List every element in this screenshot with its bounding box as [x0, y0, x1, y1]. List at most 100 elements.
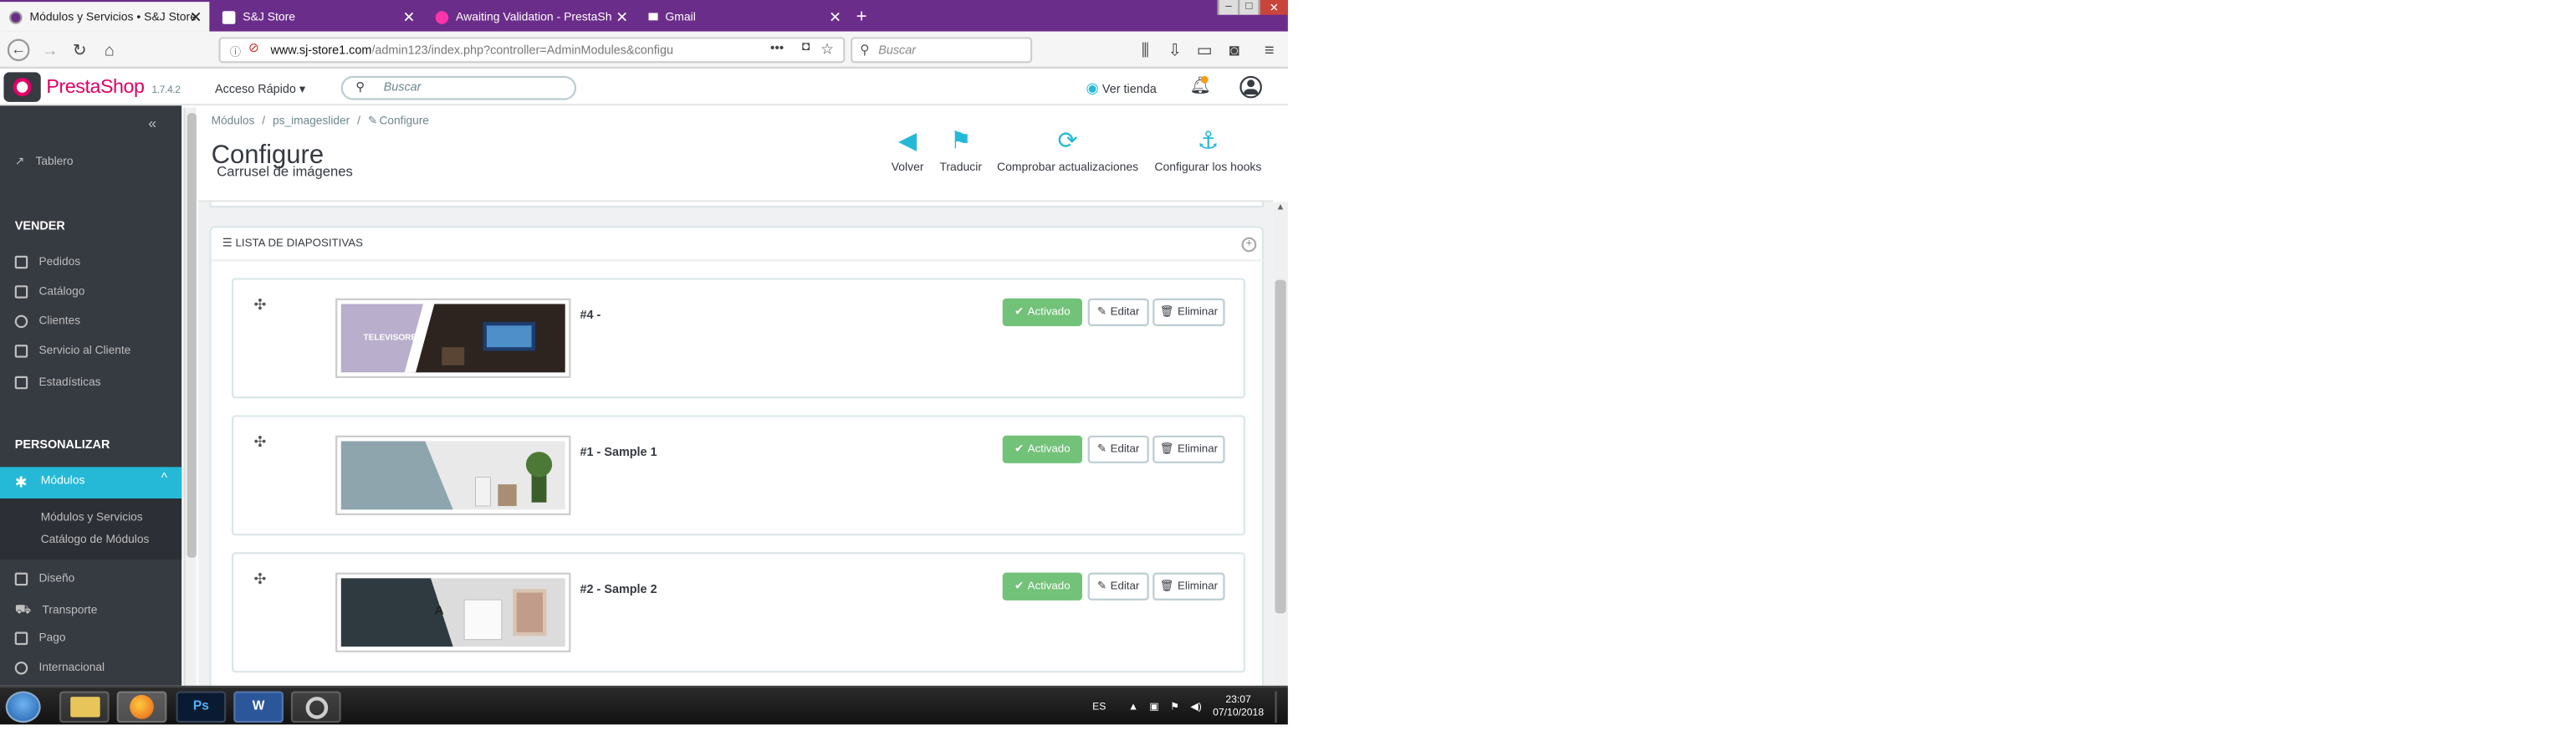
drag-handle-icon[interactable]: ✣: [254, 570, 267, 587]
close-tab-icon[interactable]: ✕: [829, 8, 841, 25]
activated-button[interactable]: ✔ Activado: [1002, 435, 1082, 463]
library-icon[interactable]: ⫼: [1134, 39, 1157, 62]
sidebar-item-shipping[interactable]: ⛟ Transporte: [15, 602, 98, 619]
sidebar-item-label: Módulos: [40, 474, 85, 488]
photoshop-icon[interactable]: Ps: [176, 691, 227, 723]
minimize-icon[interactable]: –: [1217, 0, 1239, 15]
breadcrumb-configure[interactable]: Configure: [379, 115, 428, 128]
sidebar-item-design[interactable]: Diseño: [14, 572, 75, 586]
check-updates-label: Comprobar actualizaciones: [997, 161, 1139, 175]
edit-button[interactable]: ✎ Editar: [1087, 572, 1149, 601]
edit-button[interactable]: ✎ Editar: [1087, 435, 1149, 463]
translate-button[interactable]: ⚑ Traducir: [939, 128, 982, 174]
more-actions-icon[interactable]: •••: [770, 43, 784, 56]
activated-label: Activado: [1027, 580, 1071, 592]
browser-nav-bar: ← → ↻ ⌂ ⓘ ⊘ www.sj-store1.com/admin123/i…: [0, 31, 1288, 69]
home-icon[interactable]: ⌂: [98, 39, 120, 62]
card-icon: [14, 631, 28, 646]
back-icon[interactable]: ←: [7, 38, 30, 62]
collapse-sidebar-icon[interactable]: «: [148, 115, 156, 131]
back-button[interactable]: ◀︎ Volver: [892, 128, 924, 174]
show-desktop-button[interactable]: [1275, 691, 1282, 723]
sidebar-item-dashboard[interactable]: ↗ Tablero: [15, 156, 74, 169]
page-scrollbar[interactable]: ▲: [1273, 202, 1288, 686]
delete-button[interactable]: 🗑︎ Eliminar: [1153, 572, 1225, 601]
edit-button[interactable]: ✎ Editar: [1087, 298, 1149, 326]
scroll-up-icon[interactable]: ▲: [1273, 202, 1288, 217]
tab-awaiting[interactable]: Awaiting Validation - PrestaSh ✕: [427, 2, 636, 31]
sidebar-item-payment[interactable]: Pago: [14, 631, 66, 646]
browser-tab-bar: Módulos y Servicios • S&J Store ✕ S&J St…: [0, 0, 1288, 32]
close-window-icon[interactable]: ✕: [1258, 0, 1288, 15]
sidebar-subitem-modules-services[interactable]: Módulos y Servicios: [41, 512, 143, 525]
sidebar-item-international[interactable]: Internacional: [14, 662, 105, 675]
pocket-icon[interactable]: ◘: [802, 41, 810, 54]
breadcrumb-modules[interactable]: Módulos: [212, 115, 255, 128]
sidebar-item-modules[interactable]: ✱ Módulos ^: [0, 467, 182, 499]
search-placeholder: Buscar: [878, 43, 917, 57]
breadcrumb-module[interactable]: ps_imageslider: [273, 115, 350, 128]
check-updates-button[interactable]: ⟳ Comprobar actualizaciones: [997, 128, 1138, 174]
scrollbar-thumb[interactable]: [1275, 279, 1286, 614]
start-button[interactable]: [5, 691, 41, 723]
firefox-icon[interactable]: [116, 691, 167, 723]
quick-access-dropdown[interactable]: Acceso Rápido ▾: [215, 81, 305, 97]
close-tab-icon[interactable]: ✕: [402, 8, 415, 25]
info-icon[interactable]: ⓘ: [230, 43, 241, 59]
sidebar-item-orders[interactable]: Pedidos: [14, 255, 80, 269]
url-bar[interactable]: ⓘ ⊘ www.sj-store1.com/admin123/index.php…: [218, 37, 846, 64]
edit-label: Editar: [1110, 306, 1140, 318]
delete-button[interactable]: 🗑︎ Eliminar: [1153, 298, 1225, 326]
browser-search-input[interactable]: ⚲ Buscar: [851, 37, 1033, 64]
page-toolbar: Módulos / ps_imageslider / ✎ Configure Config…: [198, 105, 1274, 202]
clock[interactable]: 23:07 07/10/2018: [1213, 694, 1264, 720]
word-icon[interactable]: W: [233, 691, 284, 723]
breadcrumb-separator: /: [262, 115, 266, 128]
sidebar-item-label: Diseño: [38, 572, 75, 586]
network-icon[interactable]: ▣: [1149, 702, 1159, 713]
action-center-flag-icon[interactable]: ⚑: [1170, 702, 1179, 713]
scrollbar-thumb[interactable]: [187, 113, 197, 558]
tab-modulos[interactable]: Módulos y Servicios • S&J Store ✕: [0, 2, 210, 32]
drag-handle-icon[interactable]: ✣: [254, 433, 267, 450]
admin-search-input[interactable]: ⚲ Buscar: [340, 75, 577, 100]
sidebar-toggle-icon[interactable]: ▭: [1193, 39, 1216, 62]
language-indicator[interactable]: ES: [1092, 702, 1106, 713]
sidebar-item-stats[interactable]: Estadísticas: [14, 376, 100, 390]
logo[interactable]: PrestaShop 1.7.4.2: [46, 76, 181, 99]
system-tray: ES ▲ ▣ ⚑ ◀︎) 23:07 07/10/2018: [1092, 691, 1282, 723]
user-avatar-icon[interactable]: [1239, 75, 1262, 99]
add-slide-icon[interactable]: +: [1241, 237, 1257, 253]
explorer-icon[interactable]: [59, 691, 110, 723]
configure-hooks-button[interactable]: ⚓︎ Configurar los hooks: [1154, 128, 1261, 174]
app-icon[interactable]: [290, 691, 341, 723]
reload-icon[interactable]: ↻: [69, 39, 91, 62]
slide-thumbnail: A: [335, 572, 571, 652]
close-tab-icon[interactable]: ✕: [616, 8, 628, 25]
sidebar-item-catalog[interactable]: Catálogo: [14, 285, 84, 299]
menu-icon[interactable]: ≡: [1258, 39, 1280, 62]
show-hidden-icons-icon[interactable]: ▲: [1128, 702, 1138, 713]
tab-gmail[interactable]: Gmail ✕: [639, 2, 848, 31]
sidebar-scrollbar[interactable]: [183, 107, 197, 686]
forward-icon[interactable]: →: [39, 39, 62, 62]
bookmark-star-icon[interactable]: ☆: [820, 41, 834, 58]
delete-button[interactable]: 🗑︎ Eliminar: [1153, 435, 1225, 463]
delete-label: Eliminar: [1178, 443, 1219, 455]
sidebar-subitem-module-catalog[interactable]: Catálogo de Módulos: [41, 534, 150, 547]
drag-handle-icon[interactable]: ✣: [254, 297, 267, 314]
volume-icon[interactable]: ◀︎): [1190, 702, 1201, 713]
activated-button[interactable]: ✔ Activado: [1002, 298, 1082, 326]
close-tab-icon[interactable]: ✕: [190, 8, 202, 25]
monitor-icon: [14, 572, 28, 586]
tab-store[interactable]: S&J Store ✕: [213, 2, 422, 31]
downloads-icon[interactable]: ⇩: [1163, 39, 1186, 62]
maximize-icon[interactable]: □: [1238, 0, 1259, 15]
breadcrumb-separator: /: [357, 115, 360, 128]
screenshot-icon[interactable]: ◙: [1223, 39, 1245, 62]
sidebar-item-customers[interactable]: Clientes: [14, 314, 80, 329]
new-tab-button[interactable]: +: [851, 2, 877, 31]
view-store-link[interactable]: ◉ Ver tienda: [1086, 79, 1156, 96]
sidebar-item-customer-service[interactable]: Servicio al Cliente: [14, 345, 130, 358]
activated-button[interactable]: ✔ Activado: [1002, 572, 1082, 601]
